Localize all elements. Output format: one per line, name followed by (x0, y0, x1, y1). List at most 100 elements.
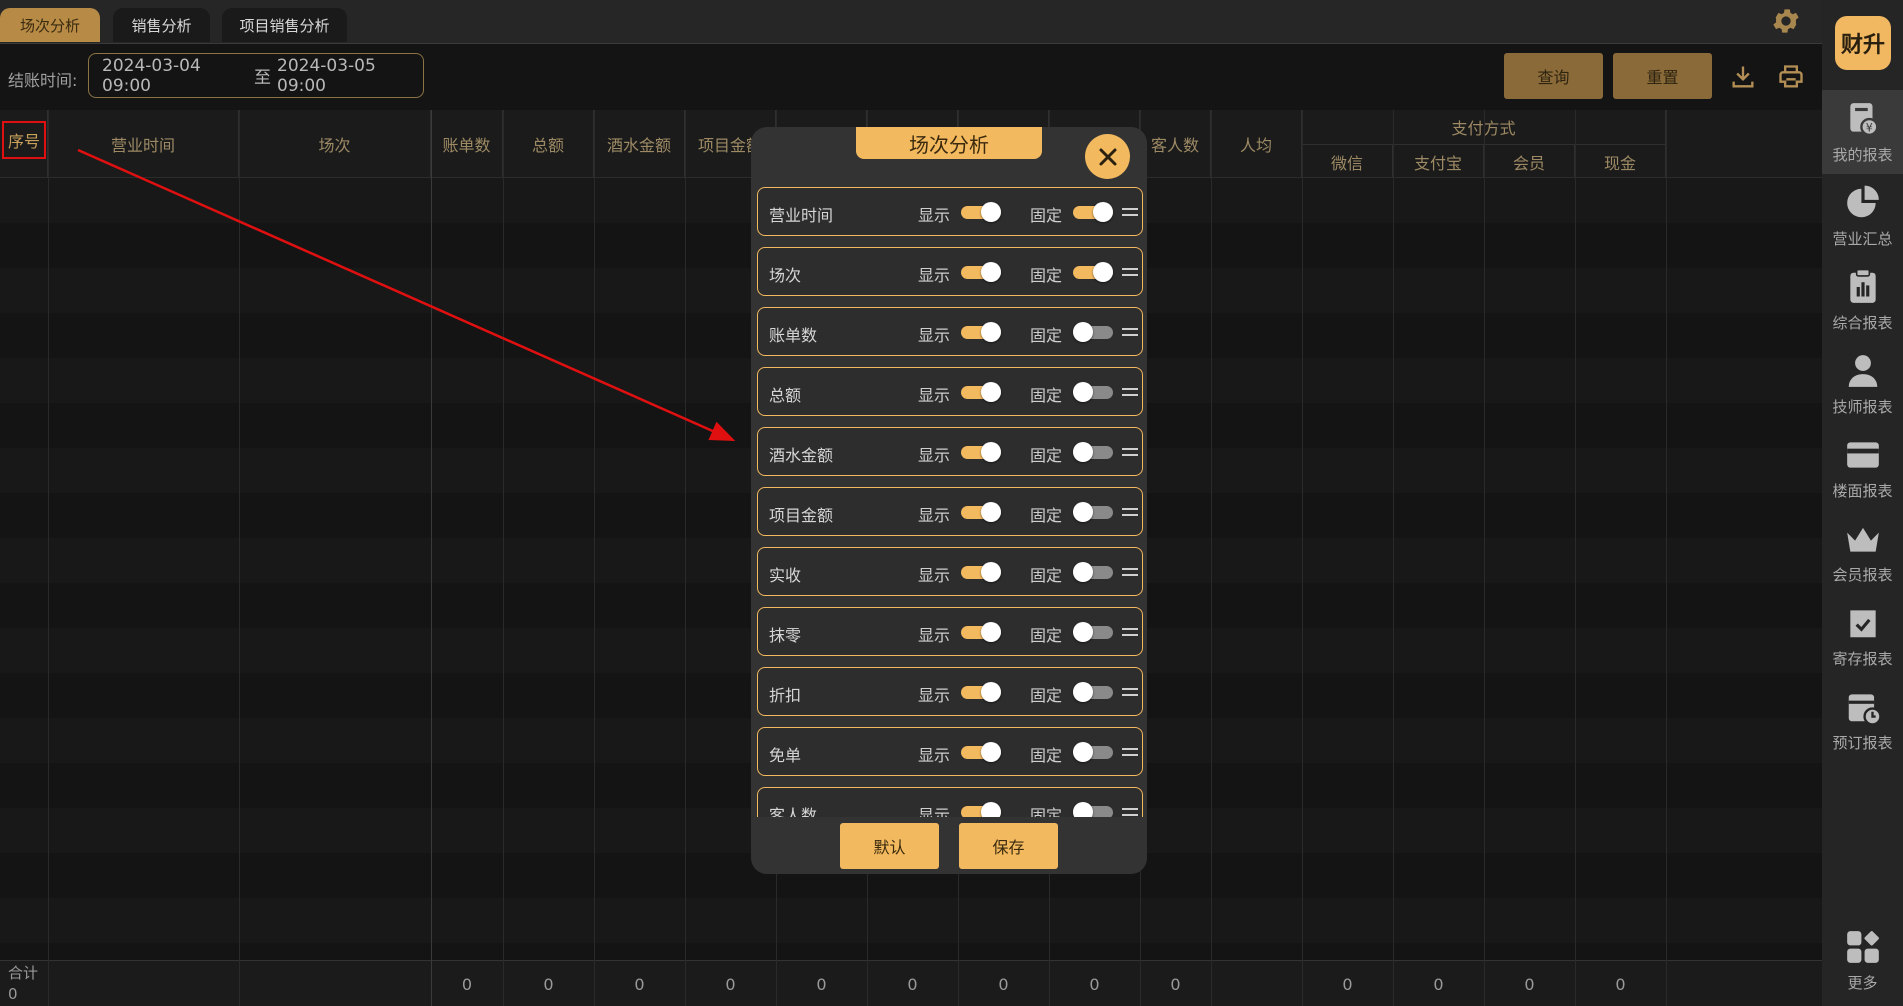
col-bill-count[interactable]: 账单数 (431, 110, 503, 178)
column-setting-item[interactable]: 免单 显示 固定 (757, 727, 1143, 776)
save-button[interactable]: 保存 (959, 823, 1058, 869)
total-label: 合计 0 (8, 963, 38, 1005)
drag-handle-icon[interactable] (1122, 628, 1138, 636)
sidebar-item-comprehensive-report[interactable]: 综合报表 (1822, 258, 1903, 342)
drag-handle-icon[interactable] (1122, 508, 1138, 516)
drag-handle-icon[interactable] (1122, 688, 1138, 696)
column-divider (1302, 110, 1303, 1006)
drag-handle-icon[interactable] (1122, 748, 1138, 756)
drag-handle-icon[interactable] (1122, 568, 1138, 576)
drag-handle-icon[interactable] (1122, 388, 1138, 396)
right-sidebar: 财升 ¥ 我的报表 营业汇总 综合报表 技师报表 楼面报表 会员报表 寄存报表 … (1822, 0, 1903, 1006)
col-total[interactable]: 总额 (503, 110, 594, 178)
col-wechat[interactable]: 微信 (1302, 144, 1393, 178)
tab-session-analysis[interactable]: 场次分析 (0, 8, 100, 42)
app-root: 场次分析 销售分析 项目销售分析 结账时间: 2024-03-04 09:00 … (0, 0, 1903, 1006)
sidebar-item-label: 寄存报表 (1832, 649, 1893, 668)
show-toggle[interactable] (961, 382, 1001, 402)
show-toggle[interactable] (961, 262, 1001, 282)
col-cash[interactable]: 现金 (1575, 144, 1666, 178)
column-setting-item[interactable]: 营业时间 显示 固定 (757, 187, 1143, 236)
report-money-icon: ¥ (1849, 102, 1878, 136)
drag-handle-icon[interactable] (1122, 808, 1138, 816)
drag-handle-icon[interactable] (1122, 268, 1138, 276)
date-range-picker[interactable]: 2024-03-04 09:00 至 2024-03-05 09:00 (88, 53, 424, 98)
column-name: 客人数 (769, 806, 818, 817)
column-setting-item[interactable]: 项目金额 显示 固定 (757, 487, 1143, 536)
column-setting-item[interactable]: 酒水金额 显示 固定 (757, 427, 1143, 476)
col-alipay[interactable]: 支付宝 (1393, 144, 1484, 178)
fix-label: 固定 (1030, 746, 1063, 765)
close-button[interactable] (1085, 134, 1130, 179)
download-icon[interactable] (1729, 63, 1757, 91)
show-toggle[interactable] (961, 562, 1001, 582)
sidebar-item-more[interactable]: 更多 (1822, 918, 1903, 1002)
fix-toggle[interactable] (1073, 262, 1113, 282)
sidebar-item-my-reports[interactable]: ¥ 我的报表 (1822, 90, 1903, 174)
sidebar-item-technician-report[interactable]: 技师报表 (1822, 342, 1903, 426)
fix-toggle[interactable] (1073, 802, 1113, 817)
fix-label: 固定 (1030, 206, 1063, 225)
footer-cell: 0 (725, 974, 736, 994)
gear-icon[interactable] (1770, 5, 1802, 37)
column-setting-item[interactable]: 实收 显示 固定 (757, 547, 1143, 596)
show-label: 显示 (918, 386, 951, 405)
show-label: 显示 (918, 506, 951, 525)
column-divider (685, 110, 686, 1006)
default-button[interactable]: 默认 (840, 823, 939, 869)
sidebar-item-booking-report[interactable]: 预订报表 (1822, 678, 1903, 762)
start-date: 2024-03-04 09:00 (102, 55, 201, 96)
col-member[interactable]: 会员 (1484, 144, 1575, 178)
fix-toggle[interactable] (1073, 442, 1113, 462)
drag-handle-icon[interactable] (1122, 208, 1138, 216)
end-date: 2024-03-05 09:00 (277, 55, 376, 96)
show-toggle[interactable] (961, 202, 1001, 222)
fix-toggle[interactable] (1073, 322, 1113, 342)
sidebar-item-business-summary[interactable]: 营业汇总 (1822, 174, 1903, 258)
show-toggle[interactable] (961, 622, 1001, 642)
show-toggle[interactable] (961, 442, 1001, 462)
sidebar-item-member-report[interactable]: 会员报表 (1822, 510, 1903, 594)
fix-toggle[interactable] (1073, 562, 1113, 582)
show-toggle[interactable] (961, 322, 1001, 342)
show-toggle[interactable] (961, 682, 1001, 702)
tab-item-sales-analysis[interactable]: 项目销售分析 (222, 8, 347, 42)
query-button[interactable]: 查询 (1504, 53, 1603, 99)
sidebar-item-storage-report[interactable]: 寄存报表 (1822, 594, 1903, 678)
column-setting-item[interactable]: 抹零 显示 固定 (757, 607, 1143, 656)
sidebar-item-floor-report[interactable]: 楼面报表 (1822, 426, 1903, 510)
column-list[interactable]: 营业时间 显示 固定 场次 显示 固定 账单数 显示 固定 总额 显示 固定 酒水金额 显示 固定 项目金额显… (751, 187, 1147, 817)
fix-toggle[interactable] (1073, 382, 1113, 402)
col-guests[interactable]: 客人数 (1140, 110, 1211, 178)
show-toggle[interactable] (961, 742, 1001, 762)
drag-handle-icon[interactable] (1122, 448, 1138, 456)
print-icon[interactable] (1777, 63, 1805, 91)
column-setting-item[interactable]: 账单数 显示 固定 (757, 307, 1143, 356)
column-divider (431, 110, 432, 1006)
show-toggle[interactable] (961, 802, 1001, 817)
footer-cell: 0 (907, 974, 918, 994)
reset-button[interactable]: 重置 (1613, 53, 1712, 99)
footer-cell: 0 (1433, 974, 1444, 994)
pie-chart-icon (1846, 185, 1879, 217)
brand-logo: 财升 (1835, 16, 1891, 70)
tab-sales-analysis[interactable]: 销售分析 (113, 8, 210, 42)
col-avg[interactable]: 人均 (1211, 110, 1302, 178)
col-business-time[interactable]: 营业时间 (48, 110, 239, 178)
column-setting-item[interactable]: 总额 显示 固定 (757, 367, 1143, 416)
fix-toggle[interactable] (1073, 682, 1113, 702)
fix-toggle[interactable] (1073, 202, 1113, 222)
crown-icon (1846, 527, 1879, 552)
column-setting-item[interactable]: 场次 显示 固定 (757, 247, 1143, 296)
fix-toggle[interactable] (1073, 742, 1113, 762)
fix-toggle[interactable] (1073, 622, 1113, 642)
column-setting-item[interactable]: 客人数 显示 固定 (757, 787, 1143, 817)
column-name: 总额 (769, 386, 802, 405)
fix-toggle[interactable] (1073, 502, 1113, 522)
drag-handle-icon[interactable] (1122, 328, 1138, 336)
col-session[interactable]: 场次 (239, 110, 431, 178)
seq-header-highlight[interactable]: 序号 (2, 121, 46, 159)
show-toggle[interactable] (961, 502, 1001, 522)
col-drinks[interactable]: 酒水金额 (594, 110, 685, 178)
column-setting-item[interactable]: 折扣 显示 固定 (757, 667, 1143, 716)
